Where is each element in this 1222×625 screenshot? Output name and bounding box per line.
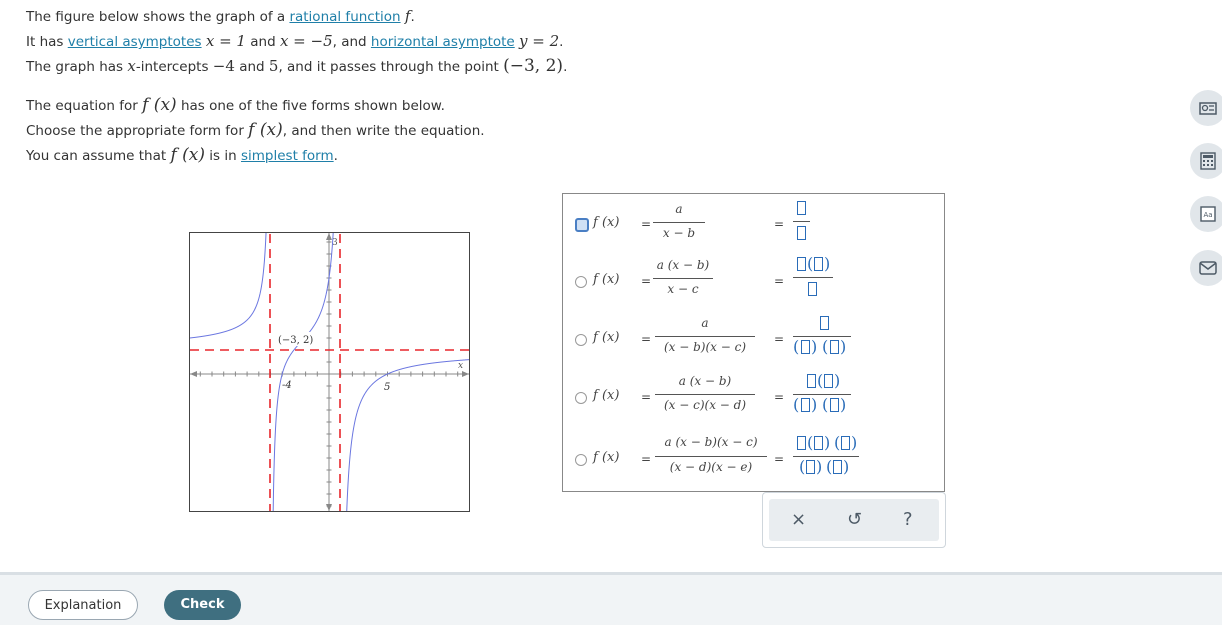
form-2-answer-a[interactable] — [797, 257, 806, 271]
form-option-2[interactable]: f (x) = a (x − b) x − c = ( ) — [571, 252, 936, 296]
glossary-button[interactable]: Aa — [1190, 196, 1222, 232]
form-4-answer-den-2[interactable] — [830, 398, 839, 412]
form-3-numerator: a — [701, 316, 709, 330]
form-2-fx: f (x) — [593, 272, 620, 287]
table-icon — [1199, 102, 1217, 115]
point-label: (−3, 2) — [278, 335, 313, 346]
problem-statement: The figure below shows the graph of a ra… — [26, 4, 567, 168]
form-option-5[interactable]: f (x) = a (x − b)(x − c) (x − d)(x − e) … — [571, 432, 936, 476]
form-3-equals: = — [641, 332, 652, 346]
form-5-answer-a[interactable] — [797, 436, 806, 450]
form-4-equals: = — [641, 390, 652, 404]
form-2-denominator: x − c — [667, 282, 699, 296]
x-intercept-label-left: -4 — [282, 380, 292, 391]
horizontal-asymptote-link[interactable]: horizontal asymptote — [371, 34, 515, 50]
rational-function-graph: 3 x (−3, 2) -4 5 — [189, 232, 470, 512]
message-button[interactable] — [1190, 250, 1222, 286]
problem-line-5: Choose the appropriate form for f (x), a… — [26, 120, 485, 140]
data-table-button[interactable] — [1190, 90, 1222, 126]
explanation-button[interactable]: Explanation — [28, 590, 138, 620]
problem-line-6: You can assume that f (x) is in simplest… — [26, 145, 338, 165]
form-4-numerator: a (x − b) — [678, 374, 732, 388]
form-5-radio[interactable] — [575, 454, 587, 466]
form-3-answer-numerator[interactable] — [820, 316, 829, 330]
form-4-radio[interactable] — [575, 392, 587, 404]
form-4-fx: f (x) — [593, 388, 620, 403]
form-5-answer-den-1[interactable] — [806, 460, 815, 474]
x-intercept-label-right: 5 — [384, 382, 390, 393]
calculator-button[interactable] — [1190, 143, 1222, 179]
form-2-numerator: a (x − b) — [656, 258, 710, 272]
form-2-radio[interactable] — [575, 276, 587, 288]
simplest-form-link[interactable]: simplest form — [241, 148, 334, 164]
form-4-denominator: (x − c)(x − d) — [663, 398, 747, 412]
form-4-answer-b[interactable] — [824, 374, 833, 388]
clear-button[interactable]: × — [791, 509, 806, 530]
form-3-radio[interactable] — [575, 334, 587, 346]
form-2-equals: = — [641, 274, 652, 288]
form-1-answer-denominator[interactable] — [797, 226, 806, 240]
message-icon — [1199, 261, 1217, 275]
form-3-answer-den-1[interactable] — [801, 340, 810, 354]
form-2-answer-b[interactable] — [814, 257, 823, 271]
form-1-fx: f (x) — [593, 215, 620, 230]
form-5-numerator: a (x − b)(x − c) — [664, 435, 758, 449]
help-button[interactable]: ? — [903, 509, 913, 530]
form-5-answer-den-2[interactable] — [833, 460, 842, 474]
form-1-answer-numerator[interactable] — [797, 201, 806, 215]
form-5-equals-2: = — [774, 452, 785, 466]
equation-forms-panel: f (x) = a x − b = f (x) = a (x − b) x − … — [562, 193, 945, 492]
check-button[interactable]: Check — [164, 590, 241, 620]
form-3-fx: f (x) — [593, 330, 620, 345]
form-2-answer-paren-open: ( — [807, 254, 814, 273]
form-2-answer-paren-close: ) — [824, 254, 831, 273]
form-1-numerator: a — [675, 202, 683, 216]
form-1-equals-2: = — [774, 217, 785, 231]
problem-line-2: It has vertical asymptotes x = 1 and x =… — [26, 32, 564, 50]
form-1-radio[interactable] — [575, 218, 589, 232]
form-5-equals: = — [641, 452, 652, 466]
form-option-1[interactable]: f (x) = a x − b = — [571, 201, 936, 242]
calculator-icon — [1200, 152, 1216, 170]
form-5-answer-b[interactable] — [814, 436, 823, 450]
form-option-4[interactable]: f (x) = a (x − b) (x − c)(x − d) = ( ) (… — [571, 371, 936, 414]
svg-text:Aa: Aa — [1203, 211, 1212, 219]
form-4-answer-den-1[interactable] — [801, 398, 810, 412]
form-3-denominator: (x − b)(x − c) — [663, 340, 747, 354]
answer-toolbar: × ↺ ? — [762, 492, 946, 548]
form-1-denominator: x − b — [662, 226, 696, 240]
form-3-equals-2: = — [774, 332, 785, 346]
bottom-action-bar: Explanation Check — [0, 572, 1222, 625]
form-5-fx: f (x) — [593, 450, 620, 465]
form-5-answer-c[interactable] — [841, 436, 850, 450]
form-3-answer-den-2[interactable] — [830, 340, 839, 354]
form-5-denominator: (x − d)(x − e) — [669, 460, 753, 474]
form-4-equals-2: = — [774, 390, 785, 404]
form-1-equals: = — [641, 217, 652, 231]
vertical-asymptotes-link[interactable]: vertical asymptotes — [68, 34, 202, 50]
form-2-answer-denominator[interactable] — [808, 282, 817, 296]
problem-line-1: The figure below shows the graph of a ra… — [26, 7, 415, 25]
x-axis-label: x — [458, 361, 463, 371]
form-4-answer-a[interactable] — [807, 374, 816, 388]
form-option-3[interactable]: f (x) = a (x − b)(x − c) = ( ) ( ) — [571, 312, 936, 356]
problem-line-3: The graph has x-intercepts −4 and 5, and… — [26, 56, 568, 76]
glossary-icon: Aa — [1200, 206, 1216, 222]
problem-line-4: The equation for f (x) has one of the fi… — [26, 95, 445, 115]
rational-function-link[interactable]: rational function — [289, 9, 400, 25]
undo-button[interactable]: ↺ — [847, 509, 862, 530]
form-2-equals-2: = — [774, 274, 785, 288]
